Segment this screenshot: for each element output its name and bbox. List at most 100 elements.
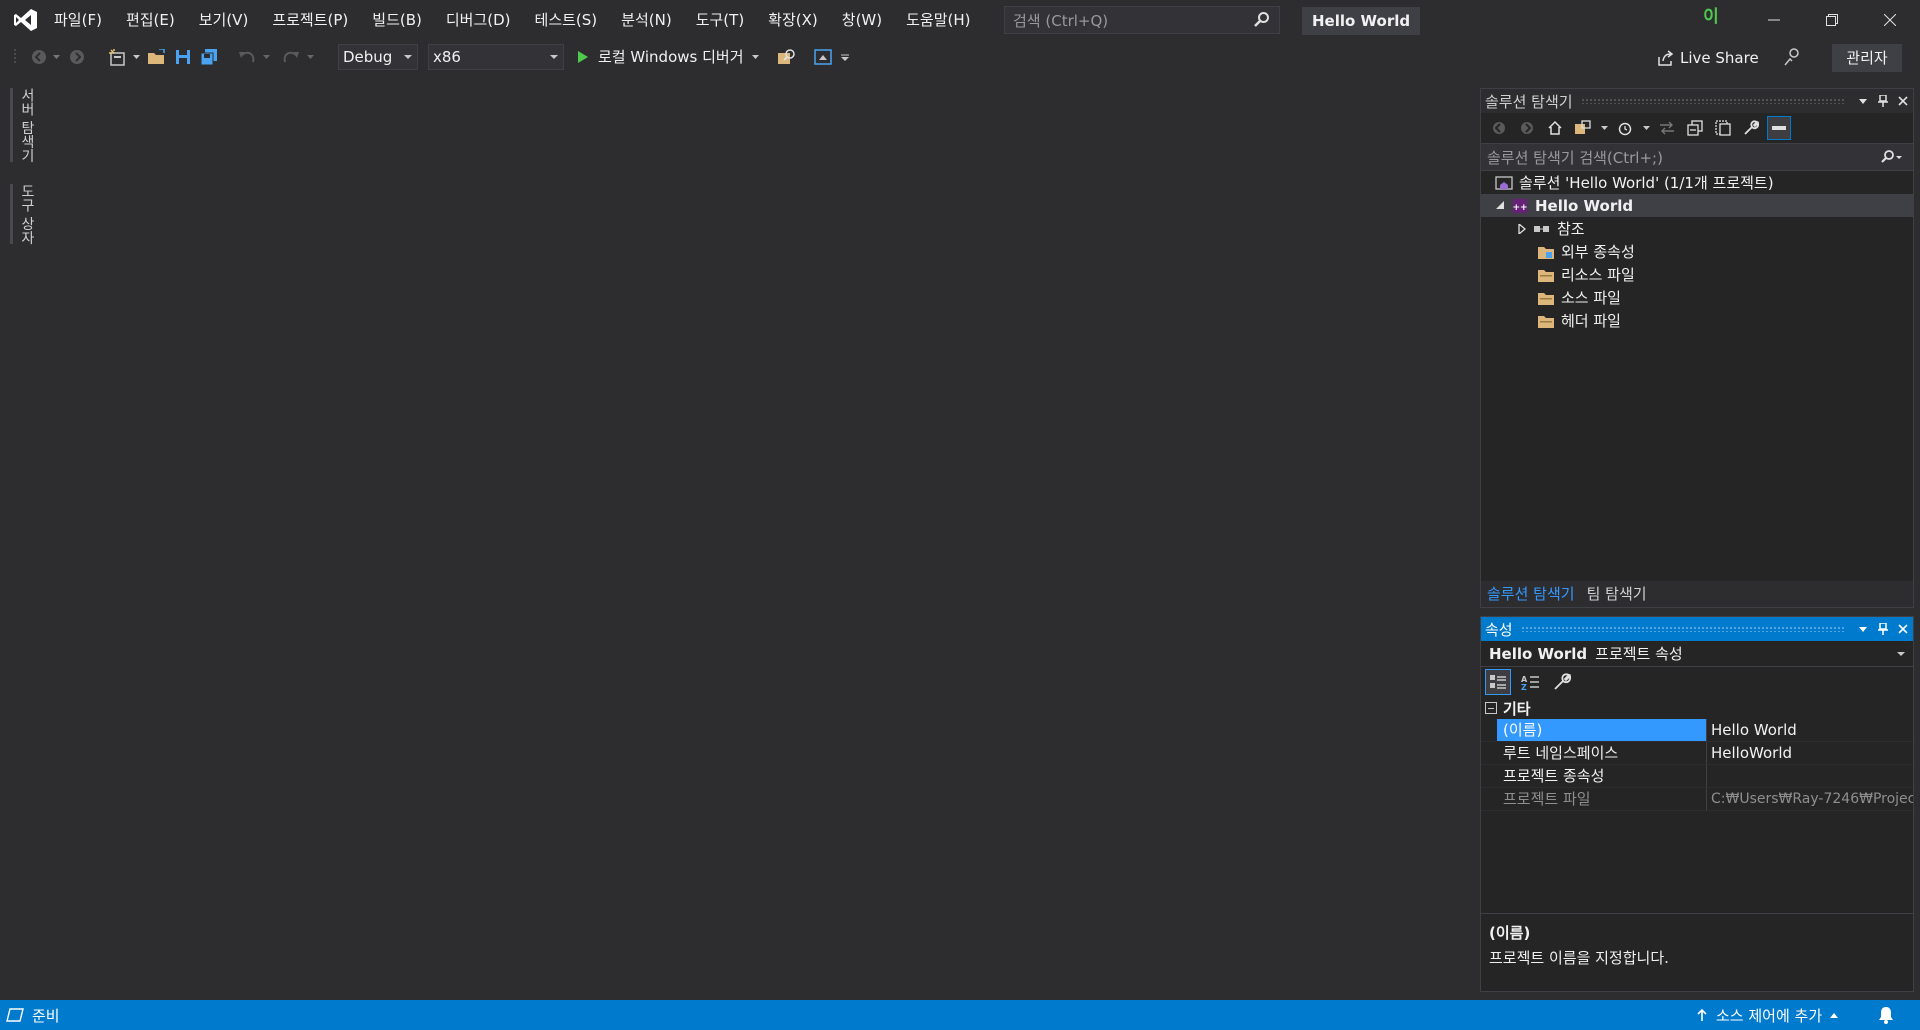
menu-help[interactable]: 도움말(H): [894, 0, 982, 40]
feedback-icon[interactable]: [1780, 47, 1804, 67]
menu-extensions[interactable]: 확장(X): [756, 0, 830, 40]
menu-project[interactable]: 프로젝트(P): [260, 0, 360, 40]
menu-edit[interactable]: 편집(E): [114, 0, 187, 40]
window-position-dropdown-icon[interactable]: [1853, 618, 1873, 640]
home-icon[interactable]: [1543, 116, 1567, 140]
toolbar-overflow-icon[interactable]: [840, 47, 850, 67]
tree-item-source-files[interactable]: 소스 파일: [1481, 286, 1913, 309]
preview-selected-items-icon[interactable]: [1767, 116, 1791, 140]
navigate-forward-icon[interactable]: [66, 47, 88, 67]
menu-window[interactable]: 창(W): [830, 0, 894, 40]
sync-with-active-document-icon[interactable]: [1655, 116, 1679, 140]
redo-dropdown-icon[interactable]: [306, 47, 314, 67]
notifications-bell-icon[interactable]: [1878, 1006, 1894, 1028]
property-value[interactable]: HelloWorld: [1707, 742, 1913, 764]
start-debugging-button[interactable]: 로컬 Windows 디버거: [598, 46, 744, 68]
expanded-triangle-icon[interactable]: [1493, 199, 1507, 213]
add-to-source-control-button[interactable]: 소스 제어에 추가: [1696, 1000, 1839, 1030]
property-row-root-namespace[interactable]: 루트 네임스페이스 HelloWorld: [1481, 742, 1913, 765]
open-folder-icon[interactable]: [146, 47, 168, 67]
debugger-dropdown-icon[interactable]: [750, 47, 760, 67]
panel-drag-grip[interactable]: [1580, 98, 1845, 104]
navigate-back-dropdown-icon[interactable]: [52, 47, 60, 67]
tree-item-header-files[interactable]: 헤더 파일: [1481, 309, 1913, 332]
properties-object-selector[interactable]: Hello World 프로젝트 속성: [1481, 641, 1913, 667]
pin-icon[interactable]: [1873, 618, 1893, 640]
switch-views-icon[interactable]: [1571, 116, 1595, 140]
categorized-view-icon[interactable]: [1485, 669, 1511, 695]
close-icon[interactable]: [1893, 618, 1913, 640]
tab-solution-explorer[interactable]: 솔루션 탐색기: [1481, 581, 1581, 607]
forward-icon[interactable]: [1515, 116, 1539, 140]
close-icon[interactable]: [1893, 90, 1913, 112]
menu-build[interactable]: 빌드(B): [360, 0, 434, 40]
property-name: (이름): [1497, 719, 1707, 741]
collapsed-triangle-icon[interactable]: [1515, 222, 1529, 236]
minimize-button[interactable]: [1745, 0, 1803, 40]
chevron-down-icon: [1897, 652, 1905, 656]
navigate-back-icon[interactable]: [28, 47, 50, 67]
menu-view[interactable]: 보기(V): [187, 0, 261, 40]
toolbar-grip-icon[interactable]: [12, 47, 18, 67]
alphabetical-view-icon[interactable]: AZ: [1517, 669, 1543, 695]
new-project-dropdown-icon[interactable]: [132, 47, 140, 67]
property-value[interactable]: Hello World: [1707, 719, 1913, 741]
property-description-title: (이름): [1489, 924, 1531, 942]
menu-file[interactable]: 파일(F): [52, 0, 114, 40]
tab-team-explorer[interactable]: 팀 탐색기: [1581, 581, 1653, 607]
switch-views-dropdown-icon[interactable]: [1599, 116, 1609, 140]
property-value[interactable]: [1707, 765, 1913, 787]
undo-icon[interactable]: [236, 47, 258, 67]
folder-icon: [1537, 312, 1555, 330]
cpp-project-icon: ++: [1511, 197, 1529, 215]
save-icon[interactable]: [172, 47, 194, 67]
account-avatar[interactable]: 이: [1698, 4, 1724, 30]
browser-link-icon[interactable]: [812, 47, 834, 67]
status-bar: 준비 소스 제어에 추가: [0, 1000, 1920, 1030]
solution-configuration-select[interactable]: Debug: [338, 44, 418, 70]
tree-item-references[interactable]: 참조: [1481, 217, 1913, 240]
property-category-misc[interactable]: 기타: [1481, 697, 1913, 719]
property-row-project-dependencies[interactable]: 프로젝트 종속성: [1481, 765, 1913, 788]
filter-dropdown-icon[interactable]: [1641, 116, 1651, 140]
search-icon[interactable]: [1879, 149, 1903, 169]
undo-dropdown-icon[interactable]: [262, 47, 270, 67]
solution-explorer-toolbar: [1481, 113, 1913, 143]
start-debugging-play-icon[interactable]: [574, 47, 592, 67]
collapse-box-icon[interactable]: [1485, 702, 1497, 714]
solution-explorer-search-input[interactable]: 솔루션 탐색기 검색(Ctrl+;): [1481, 143, 1913, 171]
redo-icon[interactable]: [280, 47, 302, 67]
pin-icon[interactable]: [1873, 90, 1893, 112]
server-explorer-tab[interactable]: 서버 탐색기: [10, 88, 37, 163]
show-all-files-icon[interactable]: [1711, 116, 1735, 140]
search-icon[interactable]: [1253, 11, 1271, 29]
menu-debug[interactable]: 디버그(D): [434, 0, 523, 40]
toolbox-tab[interactable]: 도구 상자: [10, 184, 37, 245]
properties-object-name: Hello World: [1489, 644, 1588, 663]
output-window-icon[interactable]: [6, 1008, 24, 1022]
property-row-name[interactable]: (이름) Hello World: [1481, 719, 1913, 742]
back-icon[interactable]: [1487, 116, 1511, 140]
solution-platform-select[interactable]: x86: [428, 44, 564, 70]
collapse-all-icon[interactable]: [1683, 116, 1707, 140]
quick-search-input[interactable]: 검색 (Ctrl+Q): [1004, 6, 1280, 34]
new-project-icon[interactable]: [106, 47, 130, 67]
window-position-dropdown-icon[interactable]: [1853, 90, 1873, 112]
tree-item-solution[interactable]: 솔루션 'Hello World' (1/1개 프로젝트): [1481, 171, 1913, 194]
live-share-button[interactable]: Live Share: [1656, 46, 1759, 70]
save-all-icon[interactable]: [198, 47, 220, 67]
menu-tools[interactable]: 도구(T): [684, 0, 756, 40]
menu-test[interactable]: 테스트(S): [523, 0, 610, 40]
property-row-project-file[interactable]: 프로젝트 파일 C:₩Users₩Ray-7246₩Projects-20: [1481, 788, 1913, 811]
find-in-files-icon[interactable]: [776, 47, 798, 67]
tree-item-project[interactable]: ++ Hello World: [1481, 194, 1913, 217]
tree-item-resource-files[interactable]: 리소스 파일: [1481, 263, 1913, 286]
menu-analyze[interactable]: 분석(N): [609, 0, 684, 40]
restore-button[interactable]: [1803, 0, 1861, 40]
panel-drag-grip[interactable]: [1520, 626, 1845, 632]
properties-wrench-icon[interactable]: [1739, 116, 1763, 140]
pending-changes-filter-icon[interactable]: [1613, 116, 1637, 140]
property-pages-wrench-icon[interactable]: [1549, 669, 1575, 695]
tree-item-external-dependencies[interactable]: 외부 종속성: [1481, 240, 1913, 263]
close-button[interactable]: [1861, 0, 1919, 40]
